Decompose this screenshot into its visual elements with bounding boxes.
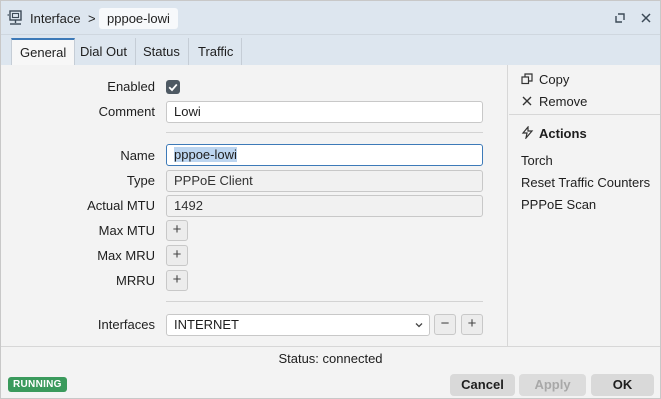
- pppoe-scan-action[interactable]: PPPoE Scan: [521, 197, 596, 212]
- interfaces-remove-button[interactable]: −: [434, 314, 456, 335]
- side-panel: Copy Remove Actions Torch Reset Traffic …: [509, 65, 660, 346]
- status-text: Status: connected: [278, 351, 383, 366]
- max-mru-label: Max MRU: [97, 248, 155, 263]
- section-divider: [166, 132, 483, 133]
- remove-action[interactable]: Remove: [539, 94, 587, 109]
- breadcrumb-interface[interactable]: Interface: [30, 11, 81, 26]
- bottom-bar: RUNNING Cancel Apply OK: [1, 370, 660, 398]
- enabled-label: Enabled: [107, 79, 155, 94]
- breadcrumb-current: pppoe-lowi: [99, 8, 178, 29]
- actual-mtu-field: 1492: [166, 195, 483, 217]
- chevron-down-icon: [415, 323, 423, 328]
- tab-status[interactable]: Status: [135, 38, 189, 66]
- general-form: Enabled Comment Lowi Name pppoe-lowi Typ…: [1, 65, 508, 346]
- name-field[interactable]: pppoe-lowi: [166, 144, 483, 166]
- tab-traffic[interactable]: Traffic: [190, 38, 243, 66]
- checkmark-icon: [168, 83, 178, 92]
- breadcrumb-separator: >: [88, 11, 96, 26]
- mrru-add-button[interactable]: +: [166, 270, 188, 291]
- type-label: Type: [126, 173, 155, 188]
- actions-heading: Actions: [539, 126, 587, 141]
- tab-bar: General Dial Out Status Traffic: [1, 35, 660, 66]
- apply-button[interactable]: Apply: [519, 374, 586, 396]
- actual-mtu-label: Actual MTU: [87, 198, 155, 213]
- running-badge: RUNNING: [8, 377, 67, 392]
- name-field-value: pppoe-lowi: [174, 147, 237, 162]
- ok-button[interactable]: OK: [591, 374, 654, 396]
- copy-icon: [521, 73, 533, 85]
- status-line: Status: connected: [1, 346, 660, 370]
- max-mtu-add-button[interactable]: +: [166, 220, 188, 241]
- tab-dial-out[interactable]: Dial Out: [72, 38, 136, 66]
- comment-field[interactable]: Lowi: [166, 101, 483, 123]
- cancel-button[interactable]: Cancel: [450, 374, 515, 396]
- actions-icon: [521, 126, 534, 139]
- side-divider: [509, 114, 660, 115]
- copy-action[interactable]: Copy: [539, 72, 569, 87]
- name-label: Name: [120, 148, 155, 163]
- remove-icon: [522, 96, 532, 106]
- tab-general[interactable]: General: [11, 38, 76, 66]
- interfaces-select[interactable]: INTERNET: [166, 314, 430, 336]
- max-mru-add-button[interactable]: +: [166, 245, 188, 266]
- restore-icon[interactable]: [612, 10, 628, 26]
- max-mtu-label: Max MTU: [98, 223, 155, 238]
- type-field: PPPoE Client: [166, 170, 483, 192]
- enabled-checkbox[interactable]: [166, 80, 180, 94]
- title-bar: Interface > pppoe-lowi: [1, 1, 660, 35]
- interfaces-select-value: INTERNET: [174, 317, 239, 332]
- mrru-label: MRRU: [116, 273, 155, 288]
- reset-traffic-counters-action[interactable]: Reset Traffic Counters: [521, 175, 650, 190]
- interfaces-add-button[interactable]: +: [461, 314, 483, 335]
- section-divider: [166, 301, 483, 302]
- comment-label: Comment: [98, 104, 155, 119]
- interface-icon: [7, 10, 22, 25]
- torch-action[interactable]: Torch: [521, 153, 553, 168]
- interfaces-label: Interfaces: [97, 317, 155, 332]
- close-icon[interactable]: [638, 10, 654, 26]
- interface-window: Interface > pppoe-lowi General Dial Out …: [0, 0, 661, 399]
